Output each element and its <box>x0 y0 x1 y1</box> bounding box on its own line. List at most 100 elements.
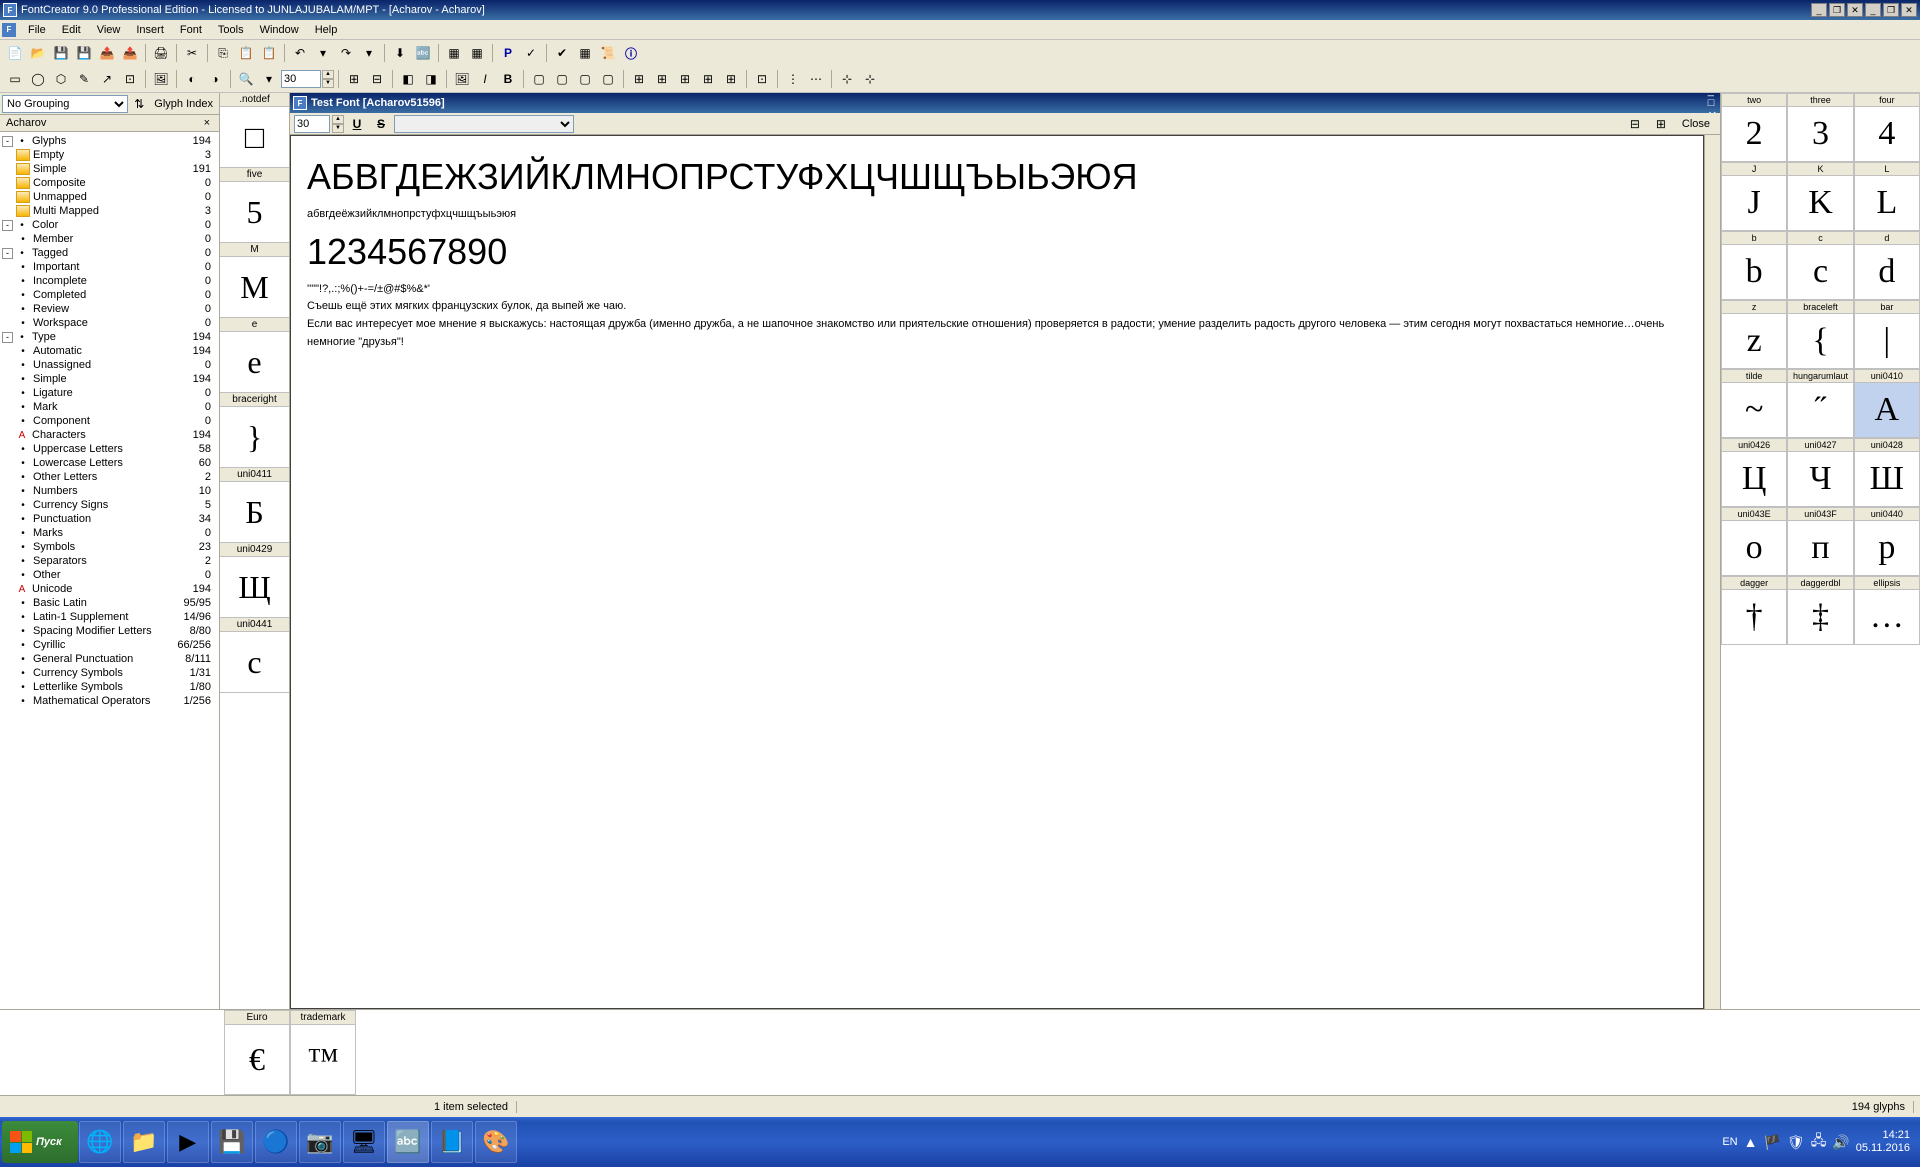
right-glyph-hungarumlaut[interactable]: hungarumlaut˝ <box>1787 369 1853 438</box>
tool4-button[interactable]: ✎ <box>73 68 95 90</box>
doc-min-button[interactable]: _ <box>1708 85 1717 97</box>
export2-button[interactable]: 📤 <box>119 42 141 64</box>
tree-item-currency-symbols[interactable]: •Currency Symbols1/31 <box>2 666 217 680</box>
box2-button[interactable]: ▢ <box>551 68 573 90</box>
tool7-button[interactable]: 🖼 <box>150 68 172 90</box>
right-glyph-tilde[interactable]: tilde~ <box>1721 369 1787 438</box>
tree-item-latin-1-supplement[interactable]: •Latin-1 Supplement14/96 <box>2 610 217 624</box>
tree-item-mathematical-operators[interactable]: •Mathematical Operators1/256 <box>2 694 217 708</box>
right-glyph-dagger[interactable]: dagger† <box>1721 576 1787 645</box>
paste-special-button[interactable]: 📋 <box>258 42 280 64</box>
tree-item-color[interactable]: -•Color0 <box>2 218 217 232</box>
close-label[interactable]: Close <box>1676 116 1716 132</box>
right-glyph-d[interactable]: dd <box>1854 231 1920 300</box>
script-button[interactable]: 📜 <box>597 42 619 64</box>
g2-button[interactable]: ⊞ <box>651 68 673 90</box>
zoom-up[interactable]: ▲ <box>322 70 334 79</box>
align1-button[interactable]: ◧ <box>397 68 419 90</box>
tree-item-review[interactable]: •Review0 <box>2 302 217 316</box>
tree-item-marks[interactable]: •Marks0 <box>2 526 217 540</box>
tree-item-letterlike-symbols[interactable]: •Letterlike Symbols1/80 <box>2 680 217 694</box>
tray-flag-icon[interactable]: 🏴 <box>1763 1134 1780 1151</box>
box3-button[interactable]: ▢ <box>574 68 596 90</box>
right-glyph-J[interactable]: JJ <box>1721 162 1787 231</box>
task-explorer[interactable]: 📁 <box>123 1121 165 1163</box>
window2-button[interactable]: ▦ <box>466 42 488 64</box>
right-glyph-K[interactable]: KK <box>1787 162 1853 231</box>
bottom-glyph-trademark[interactable]: trademark™ <box>290 1010 356 1095</box>
task-app1[interactable]: 📷 <box>299 1121 341 1163</box>
menu-app-icon[interactable]: F <box>2 23 16 37</box>
zoom-button[interactable]: 🔍 <box>235 68 257 90</box>
tool9-button[interactable]: ◑ <box>204 68 226 90</box>
tree-item-unassigned[interactable]: •Unassigned0 <box>2 358 217 372</box>
doc-tool1[interactable]: ⊟ <box>1624 113 1646 135</box>
right-glyph-b[interactable]: bb <box>1721 231 1787 300</box>
tree-item-unicode[interactable]: AUnicode194 <box>2 582 217 596</box>
tree-item-tagged[interactable]: -•Tagged0 <box>2 246 217 260</box>
tool5-button[interactable]: ↗ <box>96 68 118 90</box>
task-ie[interactable]: 🌐 <box>79 1121 121 1163</box>
tool3-button[interactable]: ⬡ <box>50 68 72 90</box>
paste-button[interactable]: 📋 <box>235 42 257 64</box>
menu-window[interactable]: Window <box>252 22 307 38</box>
task-word[interactable]: 📘 <box>431 1121 473 1163</box>
tray-arrow-icon[interactable]: ▲ <box>1744 1134 1758 1150</box>
right-glyph-uni0440[interactable]: uni0440р <box>1854 507 1920 576</box>
tree-item-general-punctuation[interactable]: •General Punctuation8/111 <box>2 652 217 666</box>
italic-button[interactable]: I <box>474 68 496 90</box>
box4-button[interactable]: ▢ <box>597 68 619 90</box>
right-glyph-uni043E[interactable]: uni043Eо <box>1721 507 1787 576</box>
tree-item-composite[interactable]: Composite0 <box>2 176 217 190</box>
validate-button[interactable]: ✓ <box>520 42 542 64</box>
child-restore-button[interactable]: ❐ <box>1883 3 1899 17</box>
clock[interactable]: 14:21 05.11.2016 <box>1856 1129 1910 1155</box>
point-size-input[interactable] <box>294 115 330 133</box>
zoom-input[interactable] <box>281 70 321 88</box>
right-glyph-braceleft[interactable]: braceleft{ <box>1787 300 1853 369</box>
info-button[interactable]: ⓘ <box>620 42 642 64</box>
tree-item-multi-mapped[interactable]: Multi Mapped3 <box>2 204 217 218</box>
tree-item-separators[interactable]: •Separators2 <box>2 554 217 568</box>
right-glyph-L[interactable]: LL <box>1854 162 1920 231</box>
underline-button[interactable]: U <box>346 113 368 135</box>
right-glyph-daggerdbl[interactable]: daggerdbl‡ <box>1787 576 1853 645</box>
table-button[interactable]: ▦ <box>574 42 596 64</box>
tree-item-ligature[interactable]: •Ligature0 <box>2 386 217 400</box>
glyph-cell-uni0441[interactable]: uni0441с <box>220 618 289 693</box>
glyph-cell-uni0429[interactable]: uni0429Щ <box>220 543 289 618</box>
tool6-button[interactable]: ⊡ <box>119 68 141 90</box>
tree-item-currency-signs[interactable]: •Currency Signs5 <box>2 498 217 512</box>
grid1-button[interactable]: ⊞ <box>343 68 365 90</box>
save-button[interactable]: 💾 <box>50 42 72 64</box>
tree-item-completed[interactable]: •Completed0 <box>2 288 217 302</box>
bold-button[interactable]: B <box>497 68 519 90</box>
right-glyph-uni043F[interactable]: uni043Fп <box>1787 507 1853 576</box>
menu-help[interactable]: Help <box>307 22 346 38</box>
tree-item-other[interactable]: •Other0 <box>2 568 217 582</box>
undo-button[interactable]: ↶ <box>289 42 311 64</box>
box1-button[interactable]: ▢ <box>528 68 550 90</box>
right-glyph-bar[interactable]: bar| <box>1854 300 1920 369</box>
doc-max-button[interactable]: □ <box>1708 97 1717 109</box>
tray-shield-icon[interactable]: 🛡 <box>1787 1134 1805 1151</box>
child-minimize-button[interactable]: _ <box>1865 3 1881 17</box>
glyph-cell-M[interactable]: MМ <box>220 243 289 318</box>
tree-item-lowercase-letters[interactable]: •Lowercase Letters60 <box>2 456 217 470</box>
right-glyph-z[interactable]: zz <box>1721 300 1787 369</box>
grid2-button[interactable]: ⊟ <box>366 68 388 90</box>
tree-item-symbols[interactable]: •Symbols23 <box>2 540 217 554</box>
bottom-glyph-Euro[interactable]: Euro€ <box>224 1010 290 1095</box>
restore-button[interactable]: ❐ <box>1829 3 1845 17</box>
open-button[interactable]: 📂 <box>27 42 49 64</box>
g9-button[interactable]: ⊹ <box>836 68 858 90</box>
tool2-button[interactable]: ◯ <box>27 68 49 90</box>
cut-button[interactable]: ✂ <box>181 42 203 64</box>
g4-button[interactable]: ⊞ <box>697 68 719 90</box>
doc-body[interactable]: АБВГДЕЖЗИЙКЛМНОПРСТУФХЦЧШЩЪЫЬЭЮЯ абвгдеё… <box>290 135 1704 1009</box>
tree-item-other-letters[interactable]: •Other Letters2 <box>2 470 217 484</box>
g7-button[interactable]: ⋮ <box>782 68 804 90</box>
p-button[interactable]: P <box>497 42 519 64</box>
install-button[interactable]: ⬇ <box>389 42 411 64</box>
tree-item-important[interactable]: •Important0 <box>2 260 217 274</box>
